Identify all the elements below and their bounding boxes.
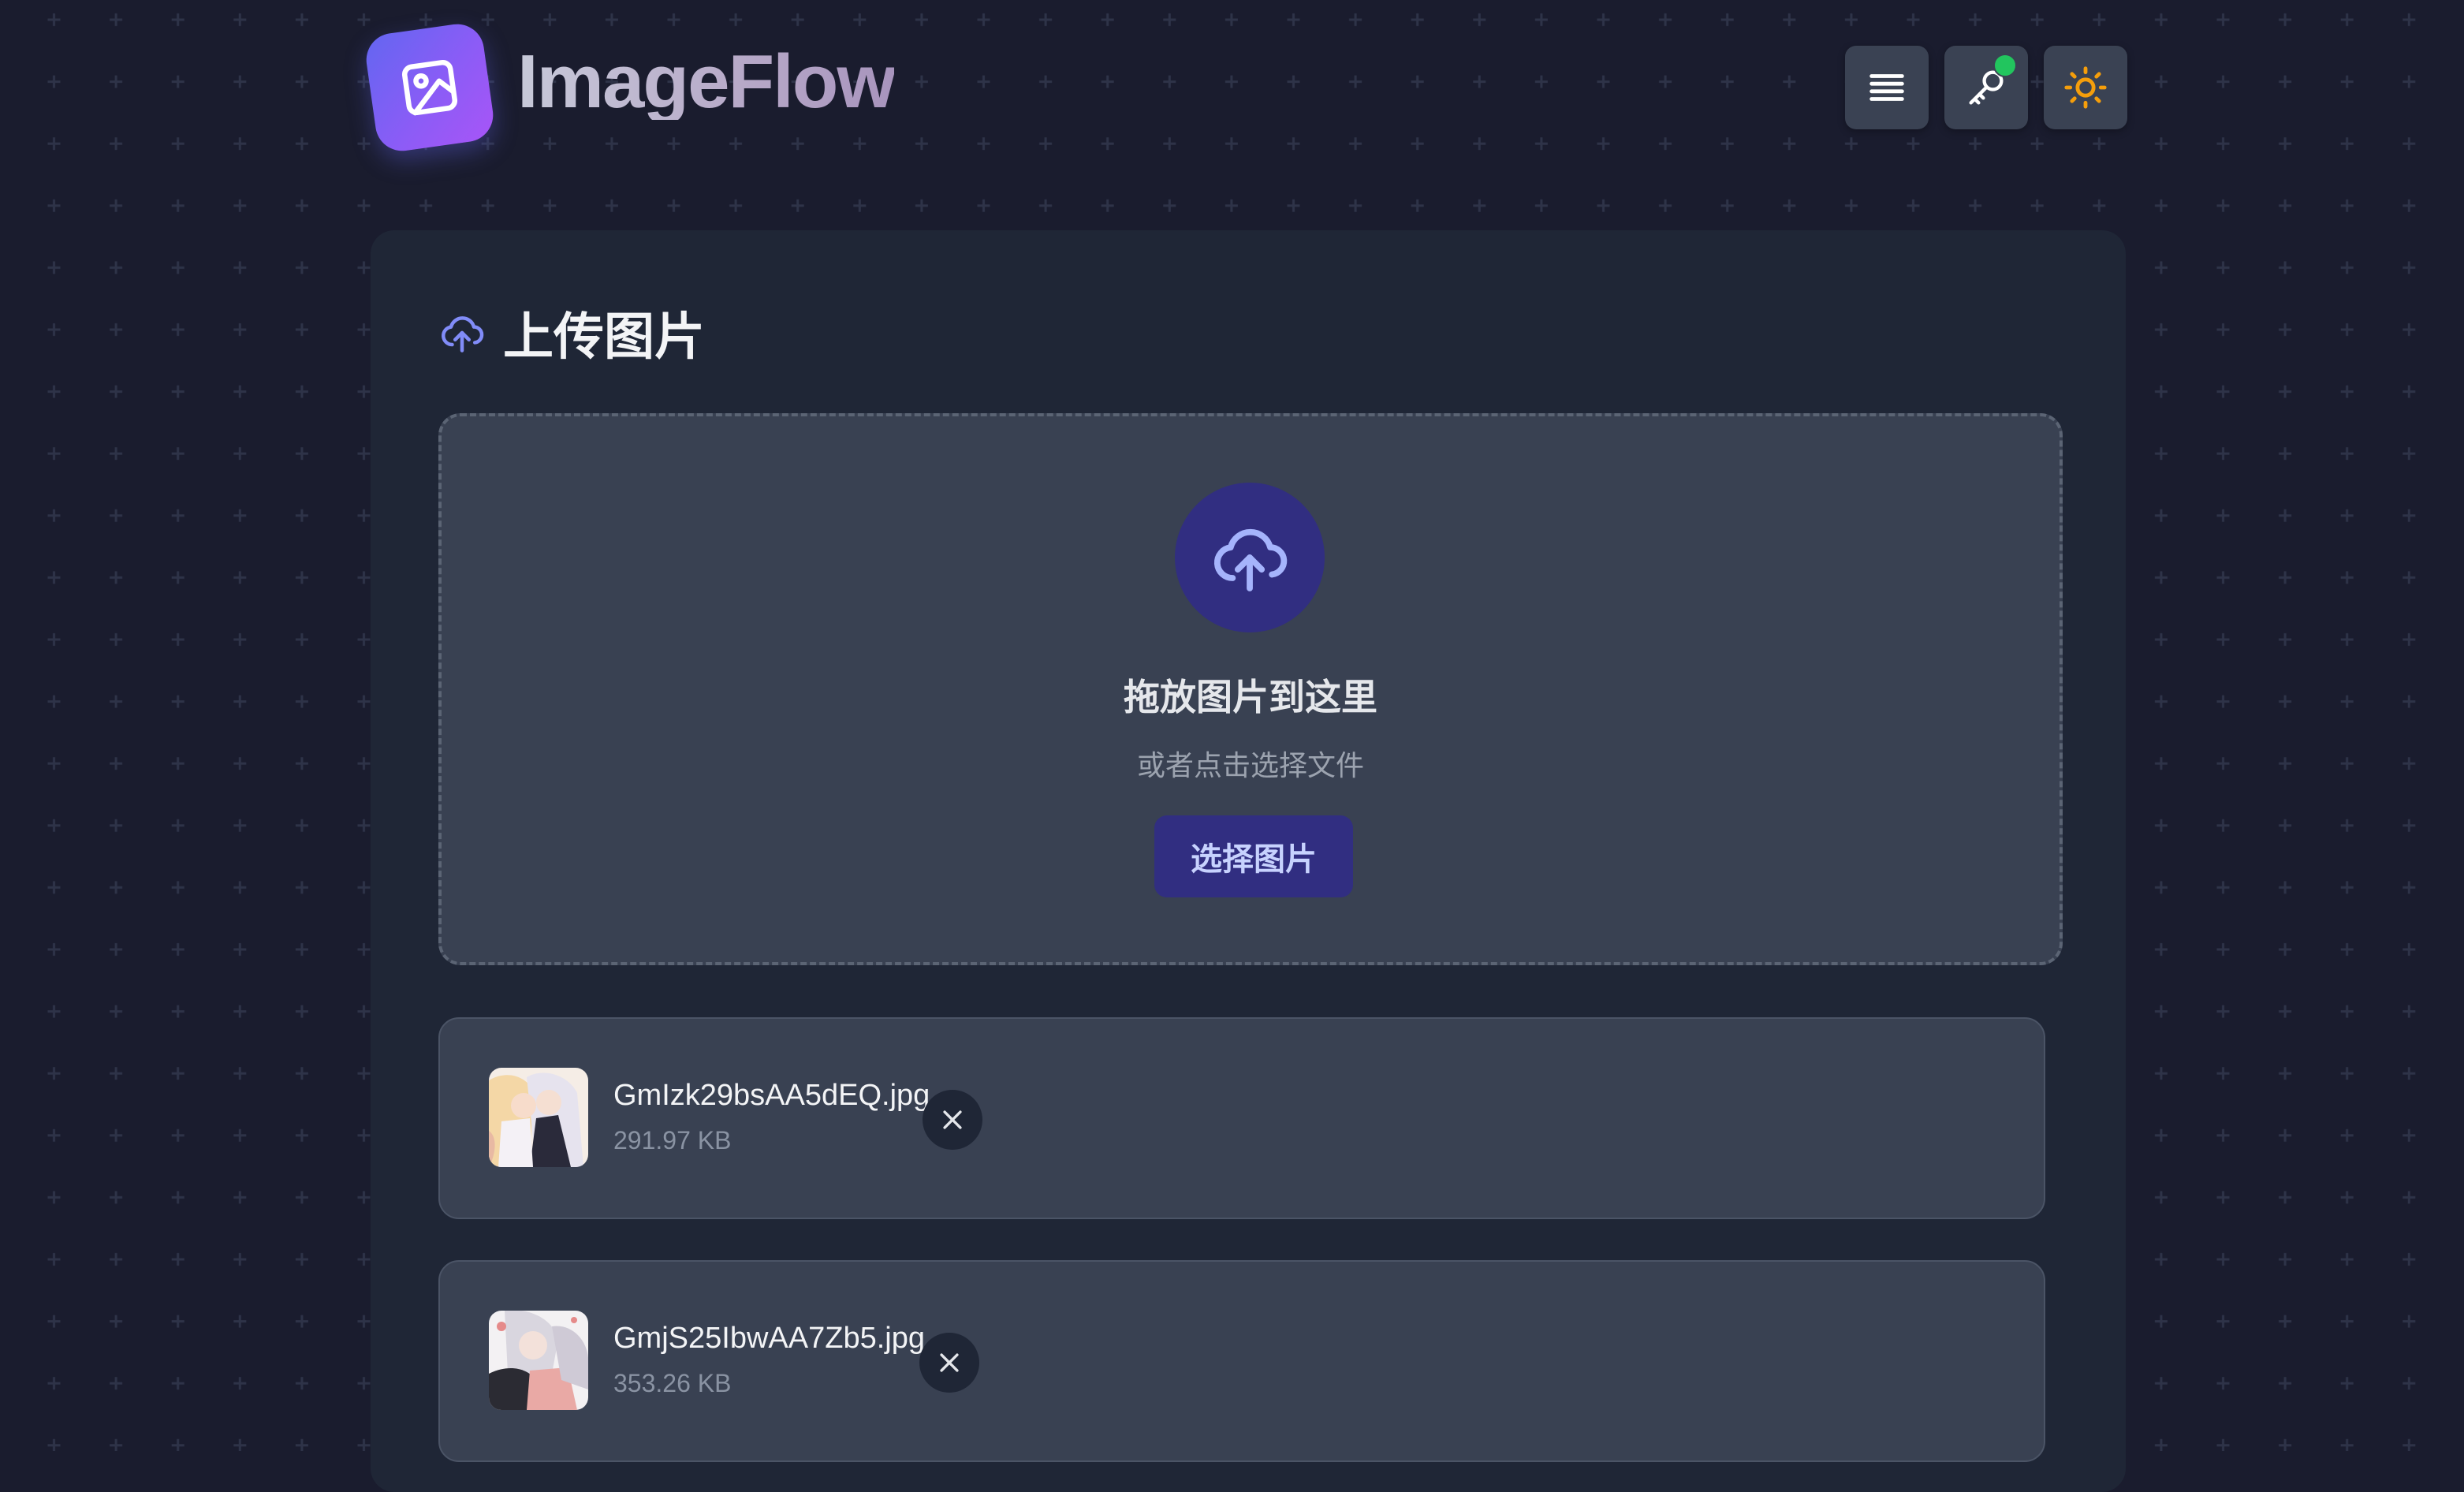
file-size: 353.26 KB xyxy=(613,1369,732,1397)
section-title: 上传图片 xyxy=(503,308,705,367)
dropzone-title: 拖放图片到这里 xyxy=(1124,676,1377,718)
dropzone-subtitle: 或者点击选择文件 xyxy=(1136,750,1364,782)
upload-cloud-icon xyxy=(442,316,484,352)
file-size: 291.97 KB xyxy=(613,1126,732,1154)
file-item: GmjS25IbwAA7Zb5.jpg 353.26 KB xyxy=(438,1260,2045,1462)
file-name: GmIzk29bsAA5dEQ.jpg xyxy=(613,1079,930,1112)
upload-cloud-icon xyxy=(1213,528,1288,591)
file-item: GmIzk29bsAA5dEQ.jpg 291.97 KB xyxy=(438,1017,2045,1219)
file-thumbnail xyxy=(489,1068,588,1167)
app-header: ImageFlow xyxy=(363,21,2129,156)
menu-icon xyxy=(1869,74,1904,101)
file-name: GmjS25IbwAA7Zb5.jpg xyxy=(613,1322,925,1355)
theme-toggle-button[interactable] xyxy=(2044,46,2127,129)
sun-icon xyxy=(2064,66,2107,109)
app-title: ImageFlow xyxy=(517,39,896,124)
remove-file-button[interactable] xyxy=(923,1090,982,1150)
upload-card: 上传图片 拖放图片到这里 或者点击选择文件 选择图片 GmIzk29bsAA5d… xyxy=(371,230,2126,1492)
status-indicator xyxy=(1993,54,2017,77)
close-icon xyxy=(943,1110,962,1129)
dropzone-icon-circle xyxy=(1175,483,1325,632)
app-logo xyxy=(363,21,497,155)
upload-section-header: 上传图片 xyxy=(438,300,705,367)
select-images-button[interactable]: 选择图片 xyxy=(1154,815,1353,897)
api-key-button[interactable] xyxy=(1944,46,2028,129)
remove-file-button[interactable] xyxy=(919,1333,979,1393)
dropzone[interactable]: 拖放图片到这里 或者点击选择文件 选择图片 xyxy=(438,413,2063,965)
file-thumbnail xyxy=(489,1311,588,1410)
close-icon xyxy=(940,1353,959,1372)
menu-button[interactable] xyxy=(1845,46,1929,129)
image-icon xyxy=(401,59,458,116)
